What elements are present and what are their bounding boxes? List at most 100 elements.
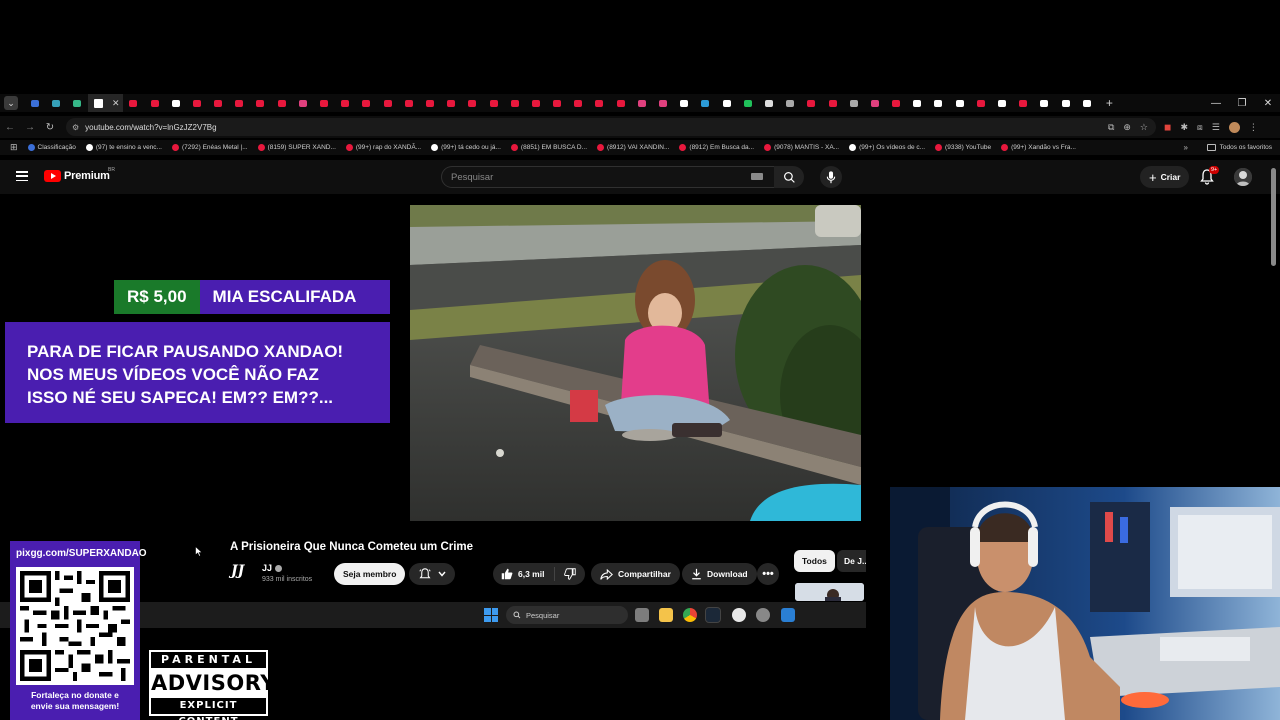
browser-tab[interactable] xyxy=(970,94,991,112)
share-button[interactable]: Compartilhar xyxy=(591,563,680,585)
browser-tab[interactable] xyxy=(1076,94,1097,112)
bookmark-item[interactable]: (8851) EM BUSCA D... xyxy=(510,144,587,151)
browser-tab[interactable] xyxy=(462,94,483,112)
browser-tab[interactable] xyxy=(45,94,66,112)
bookmark-item[interactable]: (99+) rap do XANDÃ... xyxy=(345,144,421,151)
browser-tab[interactable] xyxy=(250,94,271,112)
bookmark-item[interactable]: (99+) Os vídeos de c... xyxy=(849,144,925,151)
file-explorer-icon[interactable] xyxy=(659,608,673,622)
site-info-icon[interactable]: ⚙ xyxy=(72,123,79,132)
browser-tab[interactable] xyxy=(652,94,673,112)
browser-tab[interactable] xyxy=(886,94,907,112)
browser-tab[interactable] xyxy=(87,94,109,112)
browser-tab[interactable] xyxy=(674,94,695,112)
bookmark-star-icon[interactable]: ☆ xyxy=(1140,122,1148,133)
browser-tab[interactable] xyxy=(313,94,334,112)
dislike-button[interactable] xyxy=(555,568,585,580)
browser-tab[interactable] xyxy=(24,94,45,112)
browser-tab[interactable] xyxy=(144,94,165,112)
forward-button[interactable]: → xyxy=(20,122,40,133)
create-button[interactable]: + Criar xyxy=(1140,166,1190,188)
browser-tab[interactable] xyxy=(780,94,801,112)
chip-channel[interactable]: De J... xyxy=(837,550,866,572)
browser-tab[interactable] xyxy=(186,94,207,112)
page-scrollbar[interactable] xyxy=(1271,168,1276,266)
channel-name-link[interactable]: JJ xyxy=(262,563,283,573)
steam-icon[interactable] xyxy=(705,607,721,623)
browser-tab[interactable] xyxy=(419,94,440,112)
maximize-button[interactable]: ❐ xyxy=(1236,98,1248,109)
bookmark-item[interactable]: (9078) MANTIS - XA... xyxy=(764,144,839,151)
browser-tab[interactable] xyxy=(822,94,843,112)
browser-tab[interactable] xyxy=(864,94,885,112)
guide-menu-icon[interactable] xyxy=(16,171,28,181)
browser-tab[interactable] xyxy=(483,94,504,112)
windows-start-icon[interactable] xyxy=(484,608,498,622)
like-button[interactable]: 6,3 mil xyxy=(493,567,555,581)
extension-red-icon[interactable]: ◼ xyxy=(1164,122,1171,133)
bookmark-item[interactable]: (8912) VAI XANDIN... xyxy=(597,144,669,151)
close-tab-button[interactable]: ✕ xyxy=(108,94,123,112)
back-button[interactable]: ← xyxy=(0,122,20,133)
browser-tab[interactable] xyxy=(504,94,525,112)
url-bar[interactable]: ⚙ youtube.com/watch?v=lnGzJZ2V7Bg ⧉ ⊕ ☆ xyxy=(66,118,1156,136)
task-view-icon[interactable] xyxy=(635,608,649,622)
bookmark-item[interactable]: (99+) Xandão vs Fra... xyxy=(1001,144,1076,151)
bookmark-item[interactable]: (99+) tá cedo ou já... xyxy=(431,144,501,151)
more-actions-button[interactable]: ••• xyxy=(757,563,779,585)
browser-tab[interactable] xyxy=(737,94,758,112)
youtube-logo[interactable]: Premium xyxy=(44,170,110,182)
voice-search-button[interactable] xyxy=(820,166,842,188)
browser-tab[interactable] xyxy=(610,94,631,112)
browser-tab[interactable] xyxy=(208,94,229,112)
browser-tab[interactable] xyxy=(66,94,87,112)
search-button[interactable] xyxy=(774,166,804,188)
tab-search-icon[interactable]: ☰ xyxy=(1212,122,1220,133)
bookmark-item[interactable]: Classificação xyxy=(27,144,76,151)
join-member-button[interactable]: Seja membro xyxy=(334,563,406,585)
extensions-puzzle-icon[interactable]: ⧈ xyxy=(1197,122,1203,133)
chip-all[interactable]: Todos xyxy=(794,550,835,572)
browser-tab[interactable] xyxy=(928,94,949,112)
browser-tab[interactable] xyxy=(165,94,186,112)
browser-tab[interactable] xyxy=(377,94,398,112)
bookmark-item[interactable]: (8159) SUPER XAND... xyxy=(257,144,336,151)
bookmark-item[interactable]: (8912) Em Busca da... xyxy=(679,144,754,151)
browser-tab[interactable] xyxy=(949,94,970,112)
bookmarks-overflow-icon[interactable]: » xyxy=(1184,143,1188,152)
browser-tab[interactable] xyxy=(292,94,313,112)
keyboard-icon[interactable] xyxy=(751,173,763,180)
video-frame[interactable] xyxy=(410,205,861,521)
browser-tab[interactable] xyxy=(568,94,589,112)
browser-tab[interactable] xyxy=(631,94,652,112)
browser-tab[interactable] xyxy=(1013,94,1034,112)
minimize-button[interactable]: — xyxy=(1210,98,1222,109)
search-input[interactable] xyxy=(441,166,774,188)
settings-icon[interactable] xyxy=(756,608,770,622)
url-text[interactable]: youtube.com/watch?v=lnGzJZ2V7Bg xyxy=(85,123,216,132)
extension-icon[interactable]: ✱ xyxy=(1180,122,1188,133)
browser-tab[interactable] xyxy=(758,94,779,112)
app-icon[interactable] xyxy=(732,608,746,622)
apps-grid-icon[interactable]: ⊞ xyxy=(10,142,18,153)
reload-button[interactable]: ↻ xyxy=(40,122,60,133)
all-bookmarks-folder[interactable]: Todos os favoritos xyxy=(1206,144,1272,151)
browser-tab[interactable] xyxy=(441,94,462,112)
browser-tab[interactable] xyxy=(271,94,292,112)
bookmark-item[interactable]: (7292) Enéas Metal |... xyxy=(171,144,248,151)
browser-tab[interactable] xyxy=(1055,94,1076,112)
recommended-video-thumbnail[interactable] xyxy=(795,583,864,601)
browser-tab[interactable] xyxy=(356,94,377,112)
browser-tab[interactable] xyxy=(525,94,546,112)
tab-search-button[interactable]: ⌄ xyxy=(4,96,18,110)
install-app-icon[interactable]: ⧉ xyxy=(1108,122,1114,133)
bookmark-item[interactable]: (9338) YouTube xyxy=(935,144,991,151)
browser-tab[interactable] xyxy=(907,94,928,112)
browser-tab[interactable] xyxy=(123,94,144,112)
browser-tab[interactable] xyxy=(589,94,610,112)
browser-tab[interactable] xyxy=(335,94,356,112)
browser-tab[interactable] xyxy=(716,94,737,112)
browser-tab[interactable] xyxy=(1034,94,1055,112)
download-button[interactable]: Download xyxy=(682,563,757,585)
chrome-icon[interactable] xyxy=(683,608,697,622)
